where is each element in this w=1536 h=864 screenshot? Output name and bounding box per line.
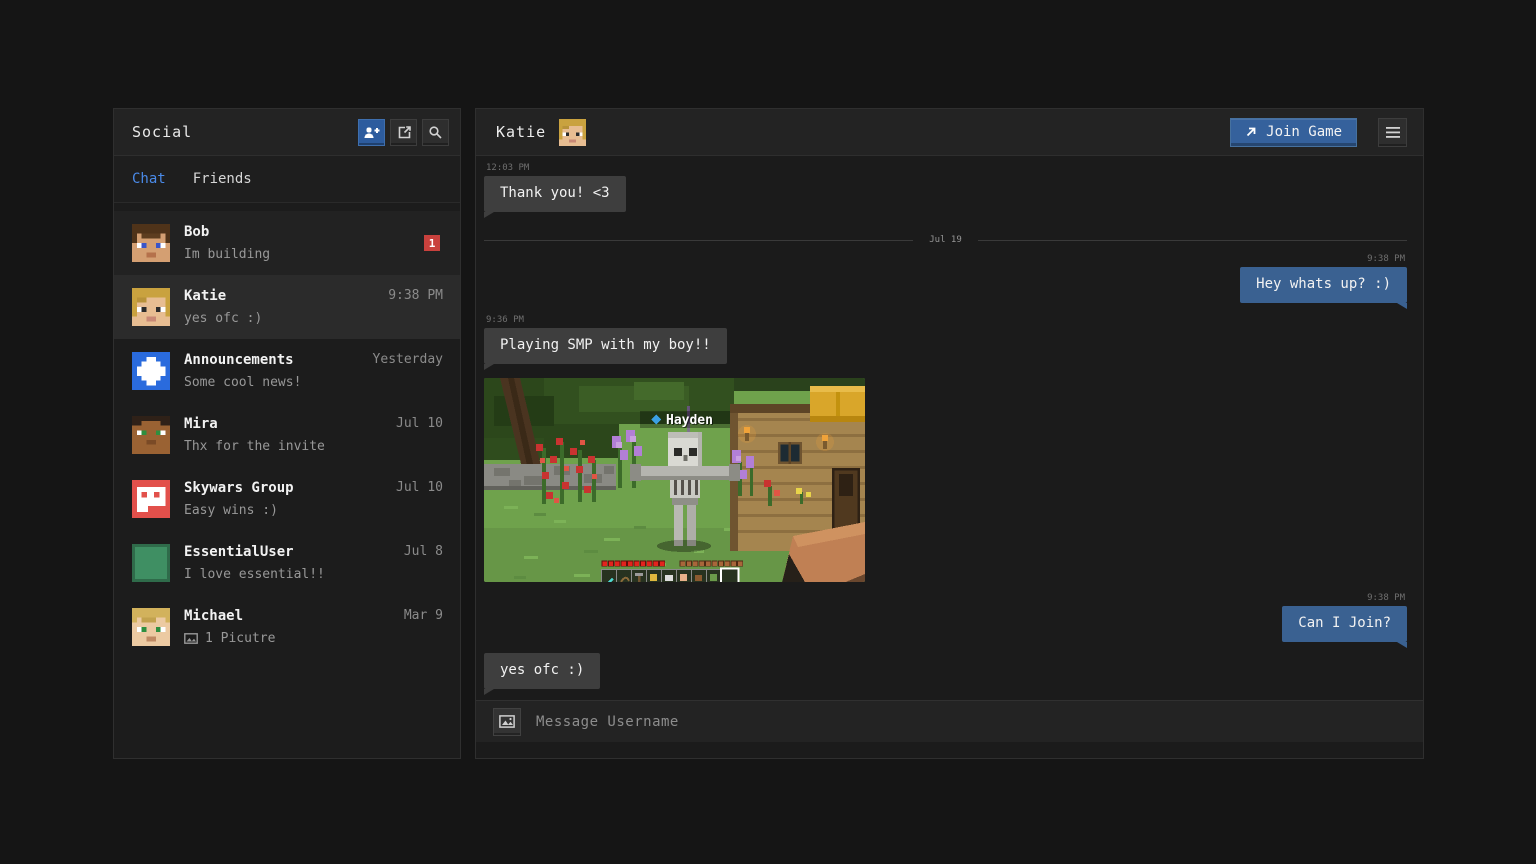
message-input[interactable]: [536, 713, 1406, 730]
conversation-preview: Some cool news!: [184, 375, 302, 390]
conversation-time: Yesterday: [372, 352, 443, 367]
hamburger-menu-icon: [1385, 126, 1400, 138]
conversation-row-katie[interactable]: Katie yes ofc :) 9:38 PM: [114, 275, 460, 339]
avatar-essentialuser: [132, 544, 170, 582]
message-timestamp: 12:03 PM: [486, 163, 530, 173]
conversation-time: Mar 9: [403, 608, 443, 623]
conversation-row-mira[interactable]: Mira Thx for the invite Jul 10: [114, 403, 460, 467]
conversation-row-essentialuser[interactable]: EssentialUser I love essential!! Jul 8: [114, 531, 460, 595]
chat-header: Katie Join Game: [476, 109, 1423, 156]
message-timestamp: 9:36 PM: [486, 315, 524, 325]
panel-title: Social: [132, 123, 193, 141]
message-bubble-received: Thank you! <3: [484, 176, 626, 212]
message-history[interactable]: 12:03 PM Thank you! <3 Jul 19 9:38 PM He…: [476, 156, 1423, 700]
conversation-preview: yes ofc :): [184, 311, 263, 326]
date-divider: Jul 19: [484, 235, 1407, 245]
conversation-list[interactable]: Bob Im building 1 Katie yes ofc :) 9:38 …: [114, 203, 460, 758]
message-bubble-received: yes ofc :): [484, 653, 601, 689]
conversation-row-skywars-group[interactable]: Skywars Group Easy wins :) Jul 10: [114, 467, 460, 531]
conversation-preview: 1 Picutre: [205, 631, 276, 646]
message-input-bar: [476, 700, 1423, 742]
add-friend-icon: [363, 125, 380, 140]
search-icon: [428, 125, 443, 140]
announcements-icon: [132, 352, 170, 390]
sidebar-tabs: Chat Friends: [114, 156, 460, 203]
avatar-bob: [132, 224, 170, 262]
conversation-preview: Easy wins :): [184, 503, 278, 518]
join-game-arrow-icon: [1245, 126, 1257, 138]
avatar-mira: [132, 416, 170, 454]
image-icon: [499, 715, 515, 728]
message-bubble-received: Playing SMP with my boy!!: [484, 328, 727, 364]
tab-friends[interactable]: Friends: [193, 171, 252, 187]
join-game-label: Join Game: [1266, 124, 1342, 140]
join-game-button[interactable]: Join Game: [1230, 117, 1357, 147]
picture-icon: [184, 633, 198, 644]
image-attachment[interactable]: Hayden: [484, 378, 865, 582]
minecraft-screenshot: Hayden: [484, 378, 865, 582]
message-bubble-sent: Can I Join?: [1282, 606, 1407, 642]
avatar-katie: [132, 288, 170, 326]
social-header: Social: [114, 109, 460, 156]
nametag-text: Hayden: [666, 413, 713, 428]
chat-title: Katie: [496, 123, 547, 141]
conversation-preview: Thx for the invite: [184, 439, 325, 454]
skywars-group-icon: [132, 480, 170, 518]
conversation-row-bob[interactable]: Bob Im building 1: [114, 211, 460, 275]
conversation-preview: Im building: [184, 247, 271, 262]
desktop-background: { "colors": { "accent_blue": "#4a8ae8", …: [0, 0, 1536, 864]
tab-chat[interactable]: Chat: [132, 171, 166, 187]
social-panel: Social Chat Friends Bob Im building 1 Ka…: [113, 108, 461, 759]
chat-panel: Katie Join Game 12:03 PM Thank you! <3 J…: [475, 108, 1424, 759]
conversation-time: Jul 10: [396, 416, 443, 431]
create-group-button[interactable]: [390, 118, 417, 146]
conversation-preview: I love essential!!: [184, 567, 325, 582]
message-timestamp: 9:38 PM: [1367, 593, 1405, 603]
add-friend-button[interactable]: [358, 118, 385, 146]
chat-bottom-padding: [476, 742, 1423, 758]
conversation-time: Jul 10: [396, 480, 443, 495]
create-group-icon: [396, 124, 412, 140]
chat-avatar-katie: [559, 118, 587, 146]
search-button[interactable]: [422, 118, 449, 146]
conversation-name: Bob: [184, 224, 210, 240]
player-nametag: Hayden: [640, 411, 730, 428]
message-timestamp: 9:38 PM: [1367, 254, 1405, 264]
conversation-time: 9:38 PM: [388, 288, 443, 303]
message-bubble-sent: Hey whats up? :): [1240, 267, 1407, 303]
conversation-time: Jul 8: [403, 544, 443, 559]
hotbar: [601, 567, 740, 582]
chat-options-button[interactable]: [1378, 117, 1407, 147]
avatar-michael: [132, 608, 170, 646]
unread-badge: 1: [424, 235, 440, 251]
attach-image-button[interactable]: [493, 707, 521, 736]
conversation-row-announcements[interactable]: Announcements Some cool news! Yesterday: [114, 339, 460, 403]
conversation-row-michael[interactable]: Michael 1 Picutre Mar 9: [114, 595, 460, 659]
date-divider-label: Jul 19: [929, 235, 962, 245]
